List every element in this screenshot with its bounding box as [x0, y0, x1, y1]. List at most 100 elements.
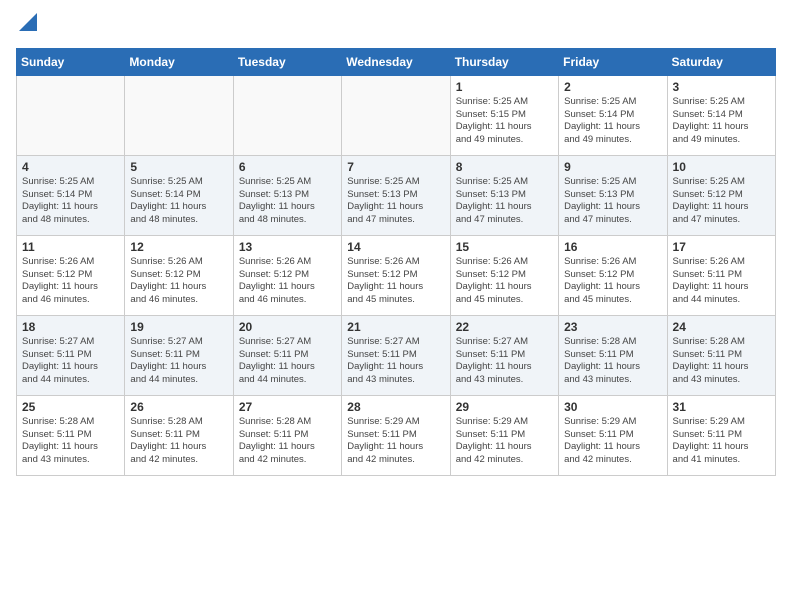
calendar-day-11: 11 Sunrise: 5:26 AM Sunset: 5:12 PM Dayli… [17, 235, 125, 315]
day-info: Sunrise: 5:27 AM Sunset: 5:11 PM Dayligh… [130, 336, 227, 387]
weekday-header-sunday: Sunday [17, 48, 125, 75]
day-info: Sunrise: 5:29 AM Sunset: 5:11 PM Dayligh… [673, 416, 770, 467]
calendar-day-3: 3Sunrise: 5:25 AM Sunset: 5:14 PM Daylig… [667, 75, 775, 155]
day-number: 5 [130, 160, 227, 174]
calendar-day-31: 31 Sunrise: 5:29 AM Sunset: 5:11 PM Dayli… [667, 395, 775, 475]
day-number: 24 [673, 320, 770, 334]
day-number: 3 [673, 80, 770, 94]
day-number: 29 [456, 400, 553, 414]
calendar-day-30: 30 Sunrise: 5:29 AM Sunset: 5:11 PM Dayli… [559, 395, 667, 475]
calendar-day-9: 9 Sunrise: 5:25 AM Sunset: 5:13 PM Daylig… [559, 155, 667, 235]
day-info: Sunrise: 5:27 AM Sunset: 5:11 PM Dayligh… [22, 336, 119, 387]
day-info: Sunrise: 5:25 AM Sunset: 5:14 PM Dayligh… [564, 96, 661, 147]
calendar-day-15: 15 Sunrise: 5:26 AM Sunset: 5:12 PM Dayli… [450, 235, 558, 315]
day-info: Sunrise: 5:29 AM Sunset: 5:11 PM Dayligh… [347, 416, 444, 467]
calendar-day-2: 2 Sunrise: 5:25 AM Sunset: 5:14 PM Daylig… [559, 75, 667, 155]
calendar-day-16: 16 Sunrise: 5:26 AM Sunset: 5:12 PM Dayli… [559, 235, 667, 315]
day-info: Sunrise: 5:29 AM Sunset: 5:11 PM Dayligh… [564, 416, 661, 467]
day-number: 13 [239, 240, 336, 254]
day-info: Sunrise: 5:25 AM Sunset: 5:13 PM Dayligh… [456, 176, 553, 227]
day-number: 20 [239, 320, 336, 334]
calendar-day-23: 23 Sunrise: 5:28 AM Sunset: 5:11 PM Dayli… [559, 315, 667, 395]
calendar-week-2: 4 Sunrise: 5:25 AM Sunset: 5:14 PM Daylig… [17, 155, 776, 235]
calendar-day-8: 8 Sunrise: 5:25 AM Sunset: 5:13 PM Daylig… [450, 155, 558, 235]
calendar-week-4: 18 Sunrise: 5:27 AM Sunset: 5:11 PM Dayli… [17, 315, 776, 395]
calendar-day-20: 20 Sunrise: 5:27 AM Sunset: 5:11 PM Dayli… [233, 315, 341, 395]
day-info: Sunrise: 5:26 AM Sunset: 5:12 PM Dayligh… [456, 256, 553, 307]
day-number: 26 [130, 400, 227, 414]
day-info: Sunrise: 5:26 AM Sunset: 5:12 PM Dayligh… [347, 256, 444, 307]
day-number: 6 [239, 160, 336, 174]
day-number: 18 [22, 320, 119, 334]
calendar-week-5: 25 Sunrise: 5:28 AM Sunset: 5:11 PM Dayli… [17, 395, 776, 475]
day-info: Sunrise: 5:26 AM Sunset: 5:12 PM Dayligh… [564, 256, 661, 307]
calendar-day-19: 19 Sunrise: 5:27 AM Sunset: 5:11 PM Dayli… [125, 315, 233, 395]
day-info: Sunrise: 5:28 AM Sunset: 5:11 PM Dayligh… [22, 416, 119, 467]
calendar-day-21: 21Sunrise: 5:27 AM Sunset: 5:11 PM Dayli… [342, 315, 450, 395]
day-number: 21 [347, 320, 444, 334]
day-info: Sunrise: 5:25 AM Sunset: 5:15 PM Dayligh… [456, 96, 553, 147]
day-number: 30 [564, 400, 661, 414]
day-number: 28 [347, 400, 444, 414]
day-info: Sunrise: 5:25 AM Sunset: 5:14 PM Dayligh… [22, 176, 119, 227]
day-number: 22 [456, 320, 553, 334]
weekday-header-row: SundayMondayTuesdayWednesdayThursdayFrid… [17, 48, 776, 75]
weekday-header-wednesday: Wednesday [342, 48, 450, 75]
day-info: Sunrise: 5:26 AM Sunset: 5:12 PM Dayligh… [22, 256, 119, 307]
day-info: Sunrise: 5:27 AM Sunset: 5:11 PM Dayligh… [239, 336, 336, 387]
calendar-day-24: 24 Sunrise: 5:28 AM Sunset: 5:11 PM Dayli… [667, 315, 775, 395]
day-number: 15 [456, 240, 553, 254]
calendar-day-10: 10 Sunrise: 5:25 AM Sunset: 5:12 PM Dayli… [667, 155, 775, 235]
day-number: 9 [564, 160, 661, 174]
day-info: Sunrise: 5:28 AM Sunset: 5:11 PM Dayligh… [673, 336, 770, 387]
day-number: 23 [564, 320, 661, 334]
calendar-day-26: 26Sunrise: 5:28 AM Sunset: 5:11 PM Dayli… [125, 395, 233, 475]
calendar-empty [17, 75, 125, 155]
day-info: Sunrise: 5:25 AM Sunset: 5:13 PM Dayligh… [347, 176, 444, 227]
calendar-day-14: 14 Sunrise: 5:26 AM Sunset: 5:12 PM Dayli… [342, 235, 450, 315]
day-number: 17 [673, 240, 770, 254]
calendar-day-22: 22 Sunrise: 5:27 AM Sunset: 5:11 PM Dayli… [450, 315, 558, 395]
day-number: 12 [130, 240, 227, 254]
calendar-day-13: 13 Sunrise: 5:26 AM Sunset: 5:12 PM Dayli… [233, 235, 341, 315]
day-info: Sunrise: 5:26 AM Sunset: 5:12 PM Dayligh… [239, 256, 336, 307]
day-number: 25 [22, 400, 119, 414]
day-info: Sunrise: 5:28 AM Sunset: 5:11 PM Dayligh… [564, 336, 661, 387]
day-number: 19 [130, 320, 227, 334]
day-number: 31 [673, 400, 770, 414]
calendar-table: SundayMondayTuesdayWednesdayThursdayFrid… [16, 48, 776, 476]
day-number: 14 [347, 240, 444, 254]
day-number: 16 [564, 240, 661, 254]
calendar-day-4: 4 Sunrise: 5:25 AM Sunset: 5:14 PM Daylig… [17, 155, 125, 235]
weekday-header-friday: Friday [559, 48, 667, 75]
day-number: 1 [456, 80, 553, 94]
day-info: Sunrise: 5:27 AM Sunset: 5:11 PM Dayligh… [456, 336, 553, 387]
weekday-header-monday: Monday [125, 48, 233, 75]
calendar-week-3: 11 Sunrise: 5:26 AM Sunset: 5:12 PM Dayli… [17, 235, 776, 315]
day-number: 4 [22, 160, 119, 174]
calendar-day-25: 25 Sunrise: 5:28 AM Sunset: 5:11 PM Dayli… [17, 395, 125, 475]
logo [16, 16, 37, 36]
day-info: Sunrise: 5:25 AM Sunset: 5:13 PM Dayligh… [239, 176, 336, 227]
calendar-day-5: 5 Sunrise: 5:25 AM Sunset: 5:14 PM Daylig… [125, 155, 233, 235]
calendar-day-27: 27Sunrise: 5:28 AM Sunset: 5:11 PM Dayli… [233, 395, 341, 475]
calendar-day-29: 29Sunrise: 5:29 AM Sunset: 5:11 PM Dayli… [450, 395, 558, 475]
weekday-header-tuesday: Tuesday [233, 48, 341, 75]
calendar-week-1: 1 Sunrise: 5:25 AM Sunset: 5:15 PM Daylig… [17, 75, 776, 155]
calendar-day-1: 1 Sunrise: 5:25 AM Sunset: 5:15 PM Daylig… [450, 75, 558, 155]
day-number: 10 [673, 160, 770, 174]
calendar-day-18: 18 Sunrise: 5:27 AM Sunset: 5:11 PM Dayli… [17, 315, 125, 395]
calendar-day-12: 12Sunrise: 5:26 AM Sunset: 5:12 PM Dayli… [125, 235, 233, 315]
day-number: 8 [456, 160, 553, 174]
day-info: Sunrise: 5:25 AM Sunset: 5:12 PM Dayligh… [673, 176, 770, 227]
day-info: Sunrise: 5:25 AM Sunset: 5:14 PM Dayligh… [130, 176, 227, 227]
calendar-day-7: 7Sunrise: 5:25 AM Sunset: 5:13 PM Daylig… [342, 155, 450, 235]
logo-icon [19, 13, 37, 31]
weekday-header-thursday: Thursday [450, 48, 558, 75]
day-info: Sunrise: 5:26 AM Sunset: 5:11 PM Dayligh… [673, 256, 770, 307]
day-info: Sunrise: 5:25 AM Sunset: 5:13 PM Dayligh… [564, 176, 661, 227]
day-number: 2 [564, 80, 661, 94]
day-number: 27 [239, 400, 336, 414]
calendar-empty [125, 75, 233, 155]
day-number: 11 [22, 240, 119, 254]
